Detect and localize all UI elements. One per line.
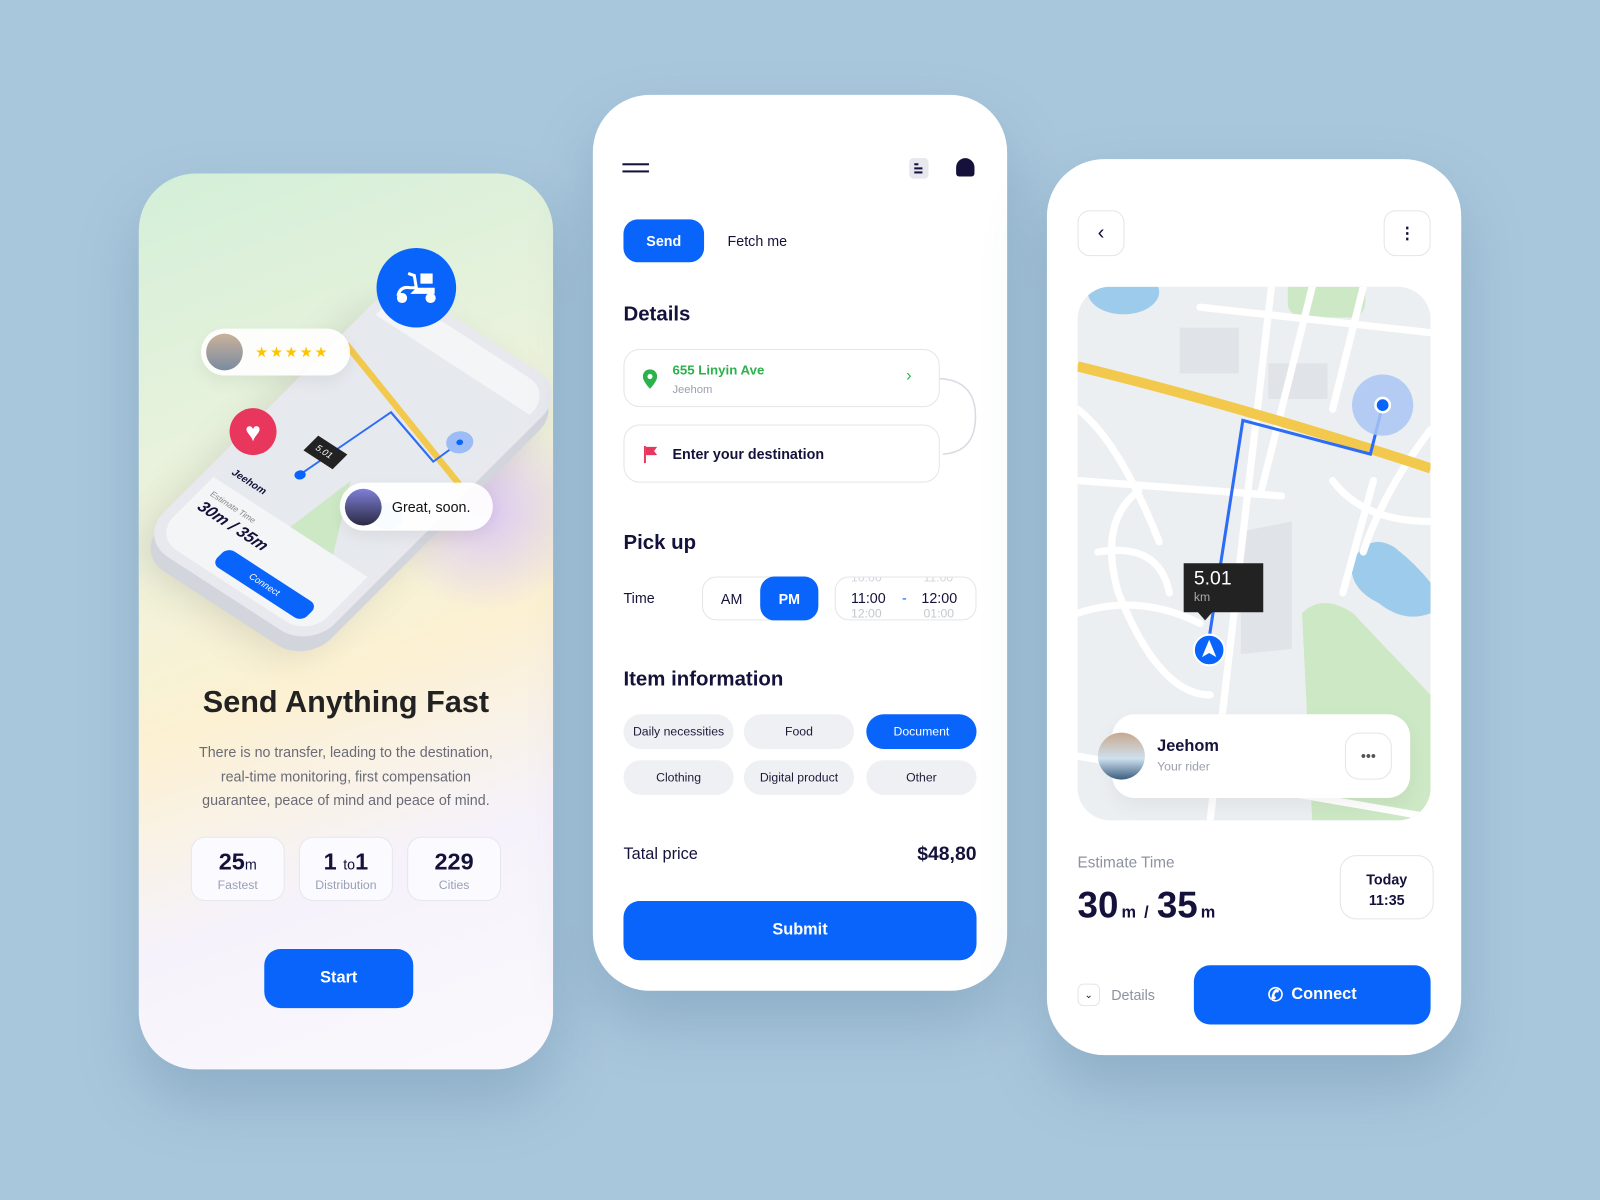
stat-value: 25: [218, 847, 245, 875]
chevron-left-icon: ‹: [1097, 221, 1105, 244]
heart-icon: ♥: [245, 415, 261, 447]
chat-bubble: Great, soon.: [339, 482, 493, 531]
illus-connect: Connect: [211, 547, 318, 622]
rating-bubble: ★★★★★: [201, 328, 350, 376]
menu-icon[interactable]: [622, 163, 649, 173]
estimate-unit: m: [1200, 904, 1216, 922]
time-to[interactable]: 12:00: [921, 590, 957, 606]
location-pin-icon: [642, 369, 658, 389]
heart-badge: ♥: [229, 408, 277, 456]
star-rating: ★★★★★: [255, 343, 330, 360]
date-box: Today 11:35: [1339, 855, 1434, 920]
time-label: Time: [623, 589, 655, 607]
chip-clothing[interactable]: Clothing: [623, 760, 734, 795]
connect-label: Connect: [1291, 985, 1357, 1004]
pm-option[interactable]: PM: [760, 576, 819, 621]
stat-value-2: 1: [355, 847, 369, 875]
stat-label: Distribution: [315, 877, 377, 892]
origin-name: Jeehom: [672, 383, 713, 396]
tab-fetch-me[interactable]: Fetch me: [728, 233, 788, 249]
notification-icon[interactable]: [956, 158, 975, 177]
map[interactable]: 5.01 km Jeehom Your rider •••: [1077, 286, 1431, 821]
next-to: 01:00: [923, 606, 955, 621]
phone-icon: ✆: [1267, 984, 1284, 1005]
prev-to: 11:00: [923, 576, 954, 585]
time-from[interactable]: 11:00: [851, 590, 886, 606]
scooter-badge: [376, 247, 457, 328]
prev-from: 10:00: [851, 576, 882, 585]
order-screen: Send Fetch me Details 655 Linyin Ave Jee…: [592, 94, 1008, 991]
description: There is no transfer, leading to the des…: [198, 743, 493, 809]
chevron-right-icon: ›: [906, 367, 912, 385]
water-area: [1087, 286, 1160, 315]
time-range-picker[interactable]: 10:00 11:00 11:00 - 12:00 12:00 01:00: [834, 576, 977, 621]
stat-label: Cities: [438, 877, 470, 892]
rider-role: Your rider: [1157, 759, 1210, 774]
origin-field[interactable]: 655 Linyin Ave Jeehom ›: [623, 348, 940, 408]
estimate-max: 35: [1156, 883, 1198, 926]
submit-button[interactable]: Submit: [623, 901, 977, 961]
destination-placeholder: Enter your destination: [672, 445, 825, 463]
more-vertical-icon: ⋮: [1398, 224, 1416, 243]
more-button[interactable]: ⋮: [1383, 210, 1431, 257]
date-day: Today: [1366, 871, 1408, 888]
page-title: Send Anything Fast: [202, 685, 490, 720]
origin-address: 655 Linyin Ave: [672, 362, 765, 378]
stat-value: 229: [434, 847, 474, 875]
estimate-label: Estimate Time: [1077, 854, 1175, 872]
stat-cities: 229 Cities: [407, 836, 502, 902]
scooter-icon: [396, 272, 436, 304]
am-option[interactable]: AM: [703, 578, 760, 620]
flag-icon: [643, 445, 658, 464]
pickup-heading: Pick up: [623, 531, 697, 555]
stat-fastest: 25m Fastest: [190, 836, 285, 902]
distance-unit: km: [1193, 589, 1211, 605]
estimate-separator: /: [1144, 904, 1149, 922]
time-separator: -: [902, 589, 907, 607]
chat-message: Great, soon.: [391, 498, 471, 515]
date-time: 11:35: [1368, 891, 1405, 909]
chip-digital-product[interactable]: Digital product: [743, 760, 855, 795]
chip-other[interactable]: Other: [866, 760, 977, 795]
back-button[interactable]: ‹: [1077, 210, 1125, 257]
estimate-unit: m: [1121, 904, 1136, 922]
avatar: [344, 488, 382, 525]
onboarding-screen: 5.01 Jeehom Estimate Time 30m / 35m Conn…: [138, 173, 554, 1070]
avatar: [206, 333, 243, 371]
details-heading: Details: [623, 303, 691, 326]
stat-distribution: 1 to1 Distribution: [298, 836, 393, 902]
rider-avatar: [1097, 732, 1145, 780]
stat-label: Fastest: [217, 877, 258, 892]
chip-food[interactable]: Food: [743, 714, 855, 749]
details-toggle[interactable]: ⌄: [1077, 983, 1100, 1007]
details-label[interactable]: Details: [1111, 987, 1155, 1003]
stat-unit: m: [244, 856, 257, 873]
rider-name: Jeehom: [1157, 737, 1219, 756]
chevron-down-icon: ⌄: [1084, 989, 1094, 1001]
next-from: 12:00: [851, 606, 882, 621]
estimate-min: 30: [1077, 883, 1119, 926]
price-label: Tatal price: [623, 845, 698, 864]
rider-card: Jeehom Your rider •••: [1097, 714, 1411, 798]
stat-unit: to: [343, 856, 356, 873]
distance-value: 5.01: [1193, 568, 1232, 590]
meridiem-toggle: AM PM: [702, 576, 819, 621]
chip-daily-necessities[interactable]: Daily necessities: [623, 714, 734, 749]
list-icon[interactable]: [909, 158, 929, 179]
tracking-screen: ‹ ⋮ 5.01 km Jeehom Your rider ••• Estima…: [1046, 159, 1462, 1056]
chat-icon: •••: [1360, 747, 1376, 765]
price-value: $48,80: [917, 843, 977, 866]
connect-button[interactable]: ✆ Connect: [1193, 965, 1431, 1025]
destination-field[interactable]: Enter your destination: [623, 424, 940, 483]
route-connector: [939, 377, 977, 455]
item-info-heading: Item information: [623, 668, 784, 691]
message-button[interactable]: •••: [1344, 732, 1392, 780]
tab-send[interactable]: Send: [623, 219, 705, 263]
estimate-time: 30 m/35 m: [1078, 884, 1216, 927]
start-button[interactable]: Start: [264, 948, 414, 1009]
stat-value: 1: [323, 847, 337, 875]
chip-document[interactable]: Document: [866, 714, 977, 749]
